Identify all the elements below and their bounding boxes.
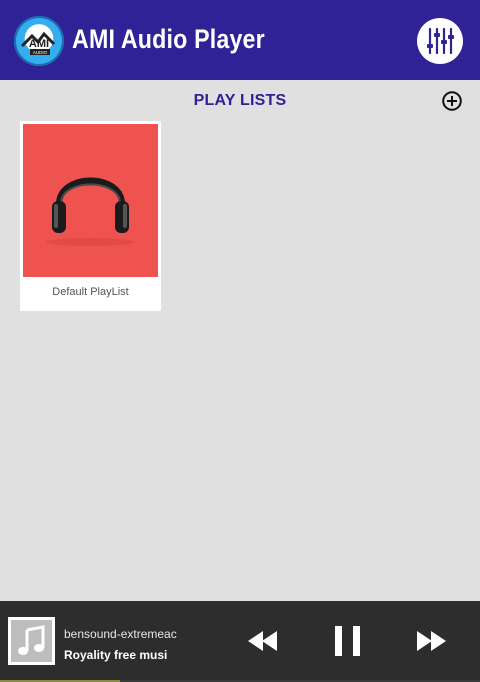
playlist-art <box>23 124 158 277</box>
equalizer-icon <box>427 27 454 55</box>
add-playlist-button[interactable] <box>441 90 463 112</box>
add-circle-icon <box>442 91 462 111</box>
track-title: bensound-extremeac <box>64 627 177 641</box>
pause-button[interactable] <box>332 623 364 659</box>
app-bar: AMI AUDIO AMI Audio Player <box>0 0 480 80</box>
fast-forward-button[interactable] <box>414 627 450 655</box>
music-note-icon <box>18 625 45 655</box>
rewind-button[interactable] <box>244 627 280 655</box>
now-playing-bar[interactable]: bensound-extremeac Royality free musi <box>0 601 480 682</box>
app-title: AMI Audio Player <box>72 24 265 54</box>
fast-forward-icon <box>417 631 446 651</box>
playlist-name: Default PlayList <box>52 286 129 298</box>
playlists-heading: PLAY LISTS <box>193 92 287 109</box>
track-subtitle: Royality free musi <box>64 648 168 662</box>
playlist-card[interactable]: Default PlayList <box>20 121 161 311</box>
svg-text:AUDIO: AUDIO <box>33 50 48 55</box>
rewind-icon <box>248 631 277 651</box>
svg-text:AMI: AMI <box>29 38 49 50</box>
headphones-icon <box>46 177 134 246</box>
ami-logo-icon: AMI AUDIO <box>14 16 64 66</box>
equalizer-button[interactable] <box>417 18 463 64</box>
pause-icon <box>335 626 360 656</box>
album-thumbnail[interactable] <box>8 617 55 665</box>
